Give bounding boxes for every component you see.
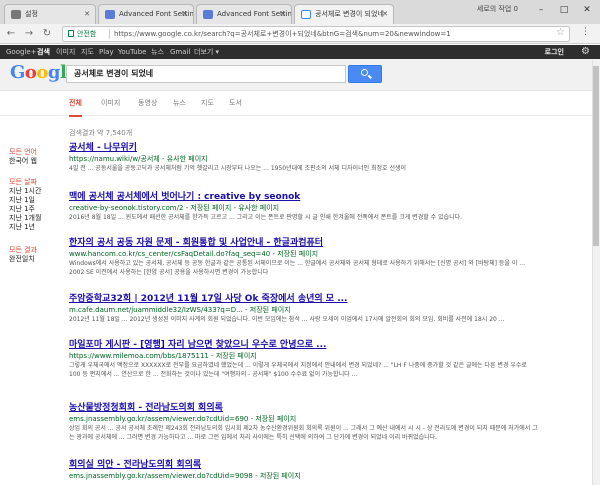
- browser-tab-font-settings-2[interactable]: Advanced Font Settings ✕: [196, 4, 292, 24]
- gbar-maps[interactable]: 지도: [81, 45, 94, 59]
- google-bar: Google+ 검색 이미지 지도 Play YouTube 뉴스 Gmail …: [0, 45, 600, 59]
- search-result: 맥에 공서체 공서체에서 벗어나기 : creative by seonok c…: [69, 192, 539, 222]
- filter-past-week[interactable]: 지난 1주: [9, 205, 35, 214]
- search-result: 회의실 의안 - 전라남도의회 회의록 ems.jnassembly.go.kr…: [69, 460, 539, 481]
- minimize-icon[interactable]: –: [530, 2, 552, 18]
- result-url[interactable]: ems.jnassembly.go.kr/assem/viewer.do?cdU…: [69, 414, 539, 424]
- search-icon-handle: [368, 74, 372, 79]
- filter-past-day[interactable]: 지난 1일: [9, 196, 35, 205]
- result-url[interactable]: https://www.milemoa.com/bbs/1875111 - 저장…: [69, 351, 539, 361]
- filter-verbatim[interactable]: 완전일치: [9, 255, 35, 264]
- result-snippet: 2012년 11월 18일 ... 2012년 생성된 이미지 사계의 회원 되…: [69, 316, 505, 323]
- result-url[interactable]: ems.jnassembly.go.kr/assem/viewer.do?cdU…: [69, 471, 539, 481]
- tab-all[interactable]: 전체: [69, 91, 82, 117]
- tab-title: 설정: [25, 10, 38, 18]
- filter-korean-web[interactable]: 한국어 웹: [9, 157, 37, 166]
- tab-books[interactable]: 도서: [229, 91, 242, 115]
- browser-tab-search[interactable]: 공서체로 변경이 되었네 ✕: [294, 4, 394, 24]
- close-icon[interactable]: ✕: [84, 5, 90, 23]
- gbar-gmail[interactable]: Gmail: [170, 45, 190, 59]
- result-snippet: 상임 회의 공서 ... 공서 공서체 조례안 제243회 전라남도의회 임시회…: [69, 425, 538, 441]
- result-url[interactable]: www.hancom.co.kr/cs_center/csFaqDetail.d…: [69, 249, 539, 259]
- browser-tabstrip: 설정 ✕ Advanced Font Settings ✕ Advanced F…: [0, 0, 600, 24]
- result-title-link[interactable]: 공서체 - 나무위키: [69, 143, 539, 154]
- secure-label: 안전함: [77, 30, 97, 38]
- result-url[interactable]: creative-by-seonok.tistory.com/2 - 저장된 페…: [69, 203, 539, 213]
- gbar-news[interactable]: 뉴스: [151, 45, 164, 59]
- search-result: 공서체 - 나무위키 https://namu.wiki/w/공서체 - 유사한…: [69, 143, 539, 173]
- url-text[interactable]: https://www.google.co.kr/search?q=공서체로+변…: [114, 28, 451, 40]
- lock-icon: [68, 30, 74, 37]
- filter-past-hour[interactable]: 지난 1시간: [9, 187, 41, 196]
- browser-toolbar: ← → ↻ 안전함 https://www.google.co.kr/searc…: [0, 24, 600, 44]
- filter-past-year[interactable]: 지난 1년: [9, 223, 35, 232]
- forward-icon[interactable]: →: [22, 27, 36, 41]
- gbar-search[interactable]: 검색: [37, 45, 50, 59]
- tab-news[interactable]: 뉴스: [173, 91, 186, 115]
- gbar-youtube[interactable]: YouTube: [118, 45, 146, 59]
- tab-title: 공서체로 변경이 되었네: [315, 10, 384, 18]
- menu-dots-icon[interactable]: ⋮: [581, 27, 590, 37]
- extension-icon: [203, 10, 213, 19]
- address-bar[interactable]: 안전함 https://www.google.co.kr/search?q=공서…: [62, 26, 570, 42]
- gear-icon: [11, 10, 21, 19]
- search-result: 주암중학교32회 | 2012년 11월 17일 사당 Ok 죽장에서 송년의 …: [69, 294, 539, 324]
- browser-tab-font-settings-1[interactable]: Advanced Font Settings ✕: [98, 4, 194, 24]
- logo-letter: o: [36, 62, 48, 83]
- tab-images[interactable]: 이미지: [101, 91, 120, 115]
- logo-letter: G: [10, 62, 25, 83]
- result-title-link[interactable]: 회의실 의안 - 전라남도의회 회의록: [69, 460, 539, 471]
- result-title-link[interactable]: 농산물방정청회회 - 전라남도의회 회의록: [69, 403, 539, 414]
- result-stats: 검색결과 약 7,540개: [69, 129, 133, 137]
- filter-all-results[interactable]: 모든 결과: [9, 246, 37, 255]
- gbar-google-plus[interactable]: Google+: [6, 45, 37, 59]
- result-snippet: Windows에서 사용하고 있는 공서체, 공서체 등 공동 한글과 같은 공…: [69, 260, 525, 276]
- result-url[interactable]: https://namu.wiki/w/공서체 - 유사한 페이지: [69, 154, 539, 164]
- tab-videos[interactable]: 동영상: [138, 91, 157, 115]
- logo-letter: g: [47, 62, 61, 83]
- extension-icon: [105, 10, 115, 19]
- search-header: Google 공서체로 변경이 되었네: [0, 59, 600, 91]
- maximize-icon[interactable]: □: [553, 2, 575, 18]
- window-user[interactable]: 세로의 작업 0: [477, 4, 518, 14]
- result-url[interactable]: m.cafe.daum.net/juammiddle32/IzWS/433?q=…: [69, 305, 539, 315]
- result-title-link[interactable]: 주암중학교32회 | 2012년 11월 17일 사당 Ok 죽장에서 송년의 …: [69, 294, 539, 305]
- tab-maps[interactable]: 지도: [201, 91, 214, 115]
- login-button[interactable]: 로그인: [545, 45, 564, 59]
- search-result: 마일포마 게시판 - [영행] 자리 남으면 찾았으니 우수로 안녕으로 ...…: [69, 340, 539, 379]
- result-snippet: 4일 전 ... 공동서울을 공동고딕과 공서체처럼 기억 헷갈리고 시장부터 …: [69, 165, 407, 172]
- search-input[interactable]: 공서체로 변경이 되었네: [66, 65, 346, 83]
- filter-past-month[interactable]: 지난 1개월: [9, 214, 41, 223]
- gbar-play[interactable]: Play: [99, 45, 114, 59]
- back-icon[interactable]: ←: [4, 27, 18, 41]
- close-icon[interactable]: ✕: [182, 5, 188, 23]
- gbar-images[interactable]: 이미지: [56, 45, 75, 59]
- result-title-link[interactable]: 마일포마 게시판 - [영행] 자리 남으면 찾았으니 우수로 안녕으로 ...: [69, 340, 539, 351]
- reload-icon[interactable]: ↻: [40, 27, 54, 41]
- close-window-icon[interactable]: ✕: [576, 2, 598, 18]
- result-snippet: 2016년 8월 18일 ... 윈도에서 패션한 공서체를 한가득 고르고 .…: [69, 214, 463, 221]
- filter-all-languages[interactable]: 모든 언어: [9, 148, 37, 157]
- browser-tab-settings[interactable]: 설정 ✕: [4, 4, 96, 24]
- close-icon[interactable]: ✕: [280, 5, 286, 23]
- search-tabs: 전체 이미지 동영상 뉴스 지도 도서: [0, 91, 600, 117]
- gbar-more[interactable]: 더보기 ▾: [194, 45, 219, 59]
- bookmark-star-icon[interactable]: ☆: [556, 27, 565, 38]
- search-result: 한자의 공서 공동 자원 문제 - 회원통합 및 사업안내 - 한글과컴퓨터 w…: [69, 238, 539, 277]
- result-title-link[interactable]: 한자의 공서 공동 자원 문제 - 회원통합 및 사업안내 - 한글과컴퓨터: [69, 238, 539, 249]
- close-icon[interactable]: ✕: [382, 5, 388, 23]
- search-button[interactable]: [348, 65, 382, 83]
- google-icon: [301, 10, 311, 19]
- result-snippet: 그렇게 우체국에서 액정으로 XXXXXX로 전부를 요금하였네 했었는데 ..…: [69, 362, 527, 378]
- filter-any-time[interactable]: 모든 날짜: [9, 178, 37, 187]
- result-title-link[interactable]: 맥에 공서체 공서체에서 벗어나기 : creative by seonok: [69, 192, 539, 203]
- search-result: 농산물방정청회회 - 전라남도의회 회의록 ems.jnassembly.go.…: [69, 403, 539, 442]
- url-divider: [109, 29, 110, 39]
- search-icon: [361, 69, 368, 76]
- logo-letter: o: [24, 62, 37, 83]
- settings-gear-icon[interactable]: ⚙: [581, 45, 590, 59]
- scrollbar-thumb[interactable]: [593, 66, 599, 246]
